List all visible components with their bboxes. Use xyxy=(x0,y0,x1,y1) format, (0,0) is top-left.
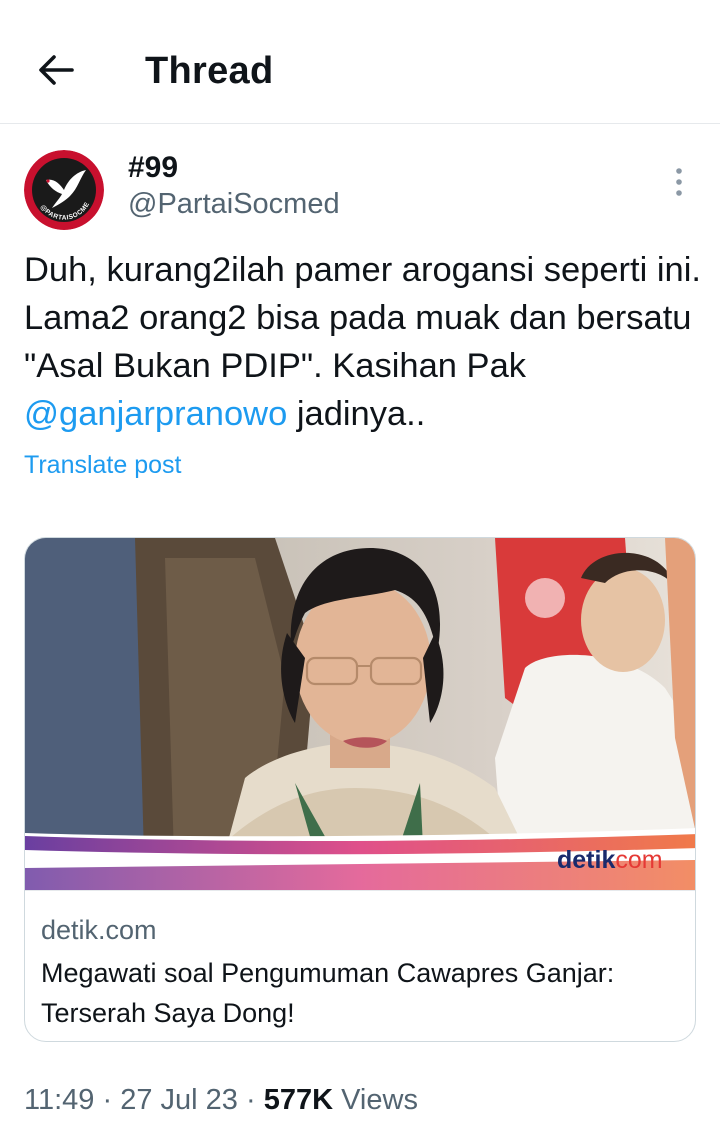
author-handle[interactable]: @PartaiSocmed xyxy=(128,188,340,221)
news-photo: detikcom xyxy=(25,538,695,890)
back-button[interactable] xyxy=(34,48,78,92)
views-label: Views xyxy=(341,1084,418,1116)
arrow-left-icon xyxy=(39,55,74,85)
card-domain: detik.com xyxy=(41,915,157,945)
tweet-text-part2: jadinya.. xyxy=(287,395,426,433)
dove-logo-avatar: @PARTAISOCMED xyxy=(24,150,104,230)
meta-separator: · xyxy=(102,1084,113,1116)
avatar[interactable]: @PARTAISOCMED xyxy=(24,150,104,230)
author-display-name[interactable]: #99 xyxy=(128,151,178,185)
link-preview-card[interactable]: detikcom detik.com Megawati soal Pengumu… xyxy=(24,537,696,1042)
tweet-date[interactable]: 27 Jul 23 xyxy=(120,1084,238,1116)
more-options-button[interactable] xyxy=(664,164,694,200)
more-vertical-icon xyxy=(676,168,682,196)
tweet-text: Duh, kurang2ilah pamer arogansi seperti … xyxy=(24,246,704,438)
card-meta: detik.com Megawati soal Pengumuman Cawap… xyxy=(25,890,695,1041)
top-app-bar: Thread xyxy=(0,0,720,124)
detik-watermark: detikcom xyxy=(557,846,663,874)
card-headline: Megawati soal Pengumuman Cawapres Ganjar… xyxy=(41,958,615,1028)
translate-post-link[interactable]: Translate post xyxy=(24,451,181,480)
page-title: Thread xyxy=(145,50,274,92)
mention-link[interactable]: @ganjarpranowo xyxy=(24,395,287,433)
views-count: 577K xyxy=(263,1084,334,1116)
card-image: detikcom xyxy=(25,538,695,890)
tweet-text-part1: Duh, kurang2ilah pamer arogansi seperti … xyxy=(24,251,701,385)
meta-separator: · xyxy=(245,1084,256,1116)
tweet-time[interactable]: 11:49 xyxy=(24,1084,94,1116)
tweet-metadata: 11:49 · 27 Jul 23 · 577K Views xyxy=(24,1084,418,1117)
